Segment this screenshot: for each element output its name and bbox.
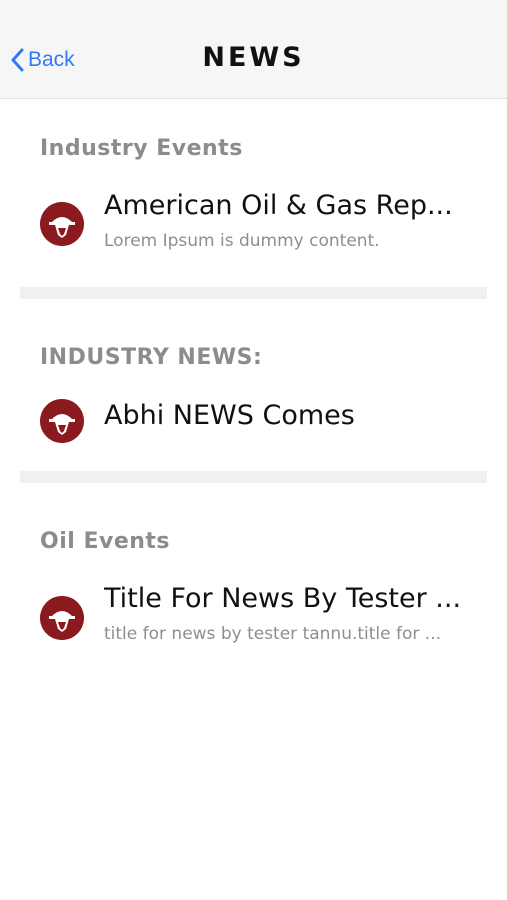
news-title: Abhi NEWS Comes [104, 400, 355, 431]
section-header-industry-events: Industry Events [40, 136, 243, 161]
page-title: NEWS [202, 42, 305, 73]
news-subtitle: Lorem Ipsum is dummy content. [104, 231, 380, 251]
hardhat-logo-icon [40, 202, 84, 246]
navigation-bar: Back NEWS [0, 0, 507, 99]
section-divider [20, 287, 487, 299]
section-header-industry-news: INDUSTRY NEWS: [40, 345, 263, 370]
hardhat-logo-icon [40, 399, 84, 443]
news-list-item[interactable]: American Oil & Gas Rep... Lorem Ipsum is… [0, 185, 507, 265]
news-list-item[interactable]: Title For News By Tester ... title for n… [0, 578, 507, 658]
news-list-item[interactable]: Abhi NEWS Comes [0, 393, 507, 449]
news-title: Title For News By Tester ... [104, 583, 462, 614]
news-title: American Oil & Gas Rep... [104, 190, 453, 221]
section-divider [20, 471, 487, 483]
news-subtitle: title for news by tester tannu.title for… [104, 624, 442, 644]
section-header-oil-events: Oil Events [40, 529, 171, 554]
hardhat-logo-icon [40, 596, 84, 640]
